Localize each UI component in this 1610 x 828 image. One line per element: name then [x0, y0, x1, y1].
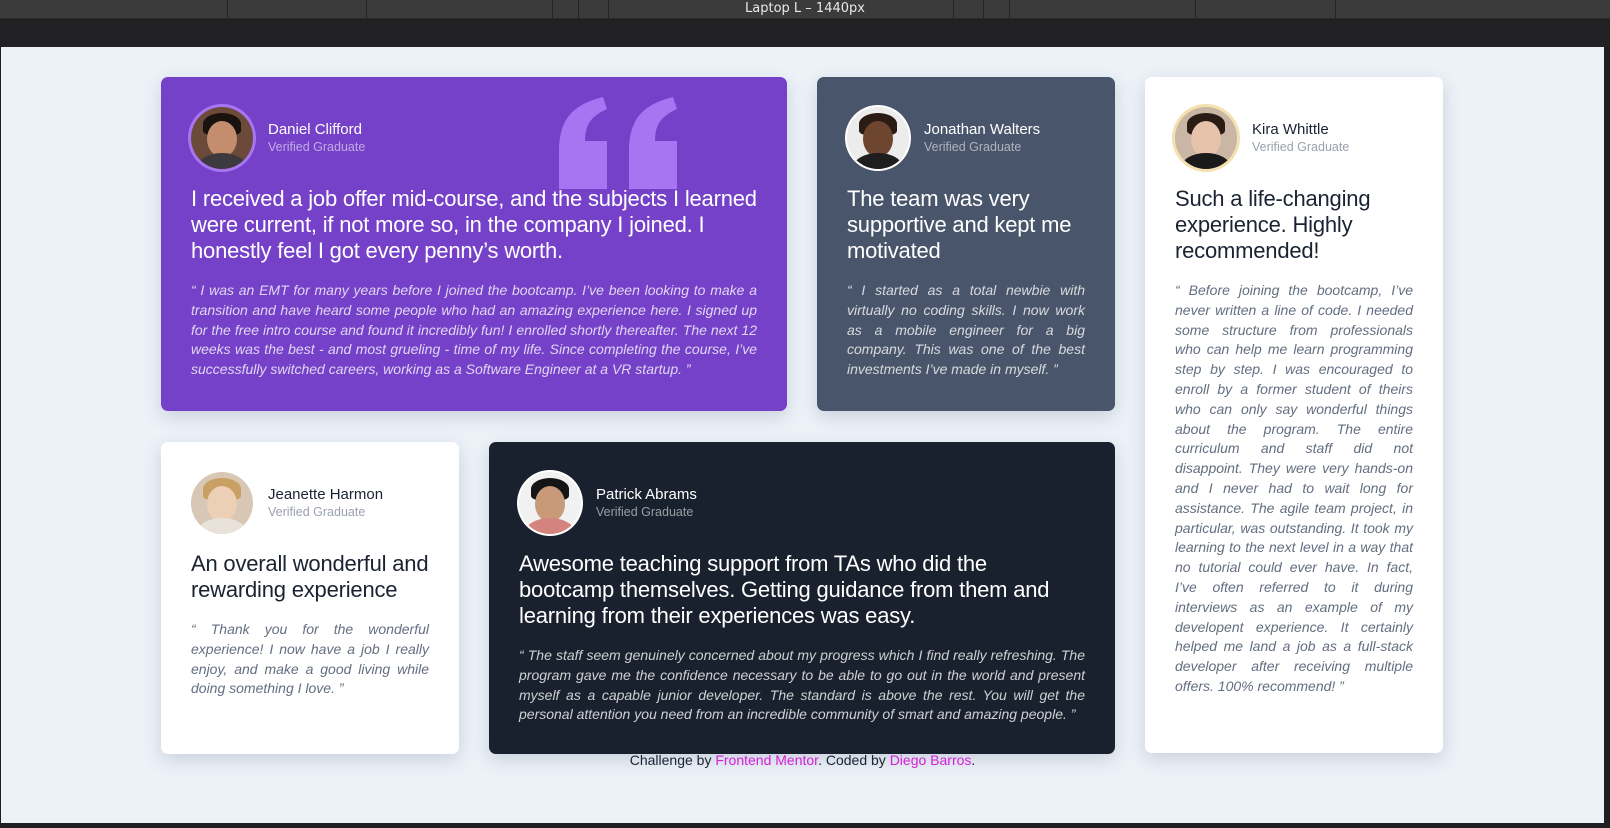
testimonial-card-kira: Kira Whittle Verified Graduate Such a li… — [1145, 77, 1443, 753]
devbar-segment[interactable] — [227, 0, 228, 19]
devbar-segment[interactable] — [552, 0, 553, 19]
testimonial-headline: Awesome teaching support from TAs who di… — [519, 551, 1050, 628]
author-role: Verified Graduate — [1252, 140, 1350, 154]
testimonial-headline: I received a job offer mid-course, and t… — [191, 186, 757, 263]
testimonial-headline: The team was very supportive and kept me… — [847, 186, 1072, 263]
footer-suffix: . — [971, 752, 976, 768]
avatar — [1175, 107, 1237, 169]
author-name: Daniel Clifford — [268, 121, 362, 138]
scrollbar-horizontal[interactable] — [0, 823, 1610, 828]
author-name: Patrick Abrams — [596, 486, 697, 503]
page-viewport: Daniel Clifford Verified Graduate I rece… — [1, 47, 1604, 823]
avatar — [847, 107, 909, 169]
author-role: Verified Graduate — [268, 140, 366, 154]
devbar-segment[interactable] — [1009, 0, 1010, 19]
author-link[interactable]: Diego Barros — [890, 752, 972, 768]
footer-prefix: Challenge by — [629, 752, 716, 768]
testimonial-body: “ Before joining the bootcamp, I’ve neve… — [1175, 282, 1413, 694]
author-role: Verified Graduate — [268, 505, 366, 519]
avatar — [191, 107, 253, 169]
devbar-segment[interactable] — [578, 0, 579, 19]
author-role: Verified Graduate — [924, 140, 1022, 154]
devbar-segment[interactable] — [366, 0, 367, 19]
avatar — [191, 472, 253, 534]
testimonial-headline: An overall wonderful and rewarding exper… — [191, 551, 429, 602]
testimonial-card-patrick: Patrick Abrams Verified Graduate Awesome… — [489, 442, 1115, 754]
devbar-segment[interactable] — [983, 0, 984, 19]
testimonial-body: “ I started as a total newbie with virtu… — [847, 282, 1085, 378]
devtools-device-bar: Laptop L – 1440px — [0, 0, 1610, 19]
devbar-segment[interactable] — [1195, 0, 1196, 19]
devbar-segment[interactable] — [1335, 0, 1336, 19]
testimonial-body: “ Thank you for the wonderful experience… — [191, 621, 429, 697]
devbar-segment[interactable] — [608, 0, 609, 19]
scrollbar-vertical[interactable] — [1604, 47, 1610, 828]
author-name: Kira Whittle — [1252, 121, 1329, 138]
avatar — [519, 472, 581, 534]
devtools-strip — [0, 20, 1610, 47]
testimonial-card-jeanette: Jeanette Harmon Verified Graduate An ove… — [161, 442, 459, 754]
author-name: Jonathan Walters — [924, 121, 1041, 138]
testimonial-body: “ The staff seem genuinely concerned abo… — [519, 647, 1085, 723]
testimonial-card-jonathan: Jonathan Walters Verified Graduate The t… — [817, 77, 1115, 411]
frontend-mentor-link[interactable]: Frontend Mentor — [715, 752, 818, 768]
testimonial-headline: Such a life-changing experience. Highly … — [1175, 186, 1371, 263]
footer-middle: . Coded by — [818, 752, 890, 768]
devbar-segment[interactable] — [953, 0, 954, 19]
testimonial-body: “ I was an EMT for many years before I j… — [191, 282, 757, 378]
author-name: Jeanette Harmon — [268, 486, 384, 503]
device-size-label: Laptop L – 1440px — [745, 1, 865, 16]
attribution-footer: Challenge by Frontend Mentor. Coded by D… — [1, 752, 1604, 768]
author-role: Verified Graduate — [596, 505, 694, 519]
testimonial-card-daniel: Daniel Clifford Verified Graduate I rece… — [161, 77, 787, 411]
